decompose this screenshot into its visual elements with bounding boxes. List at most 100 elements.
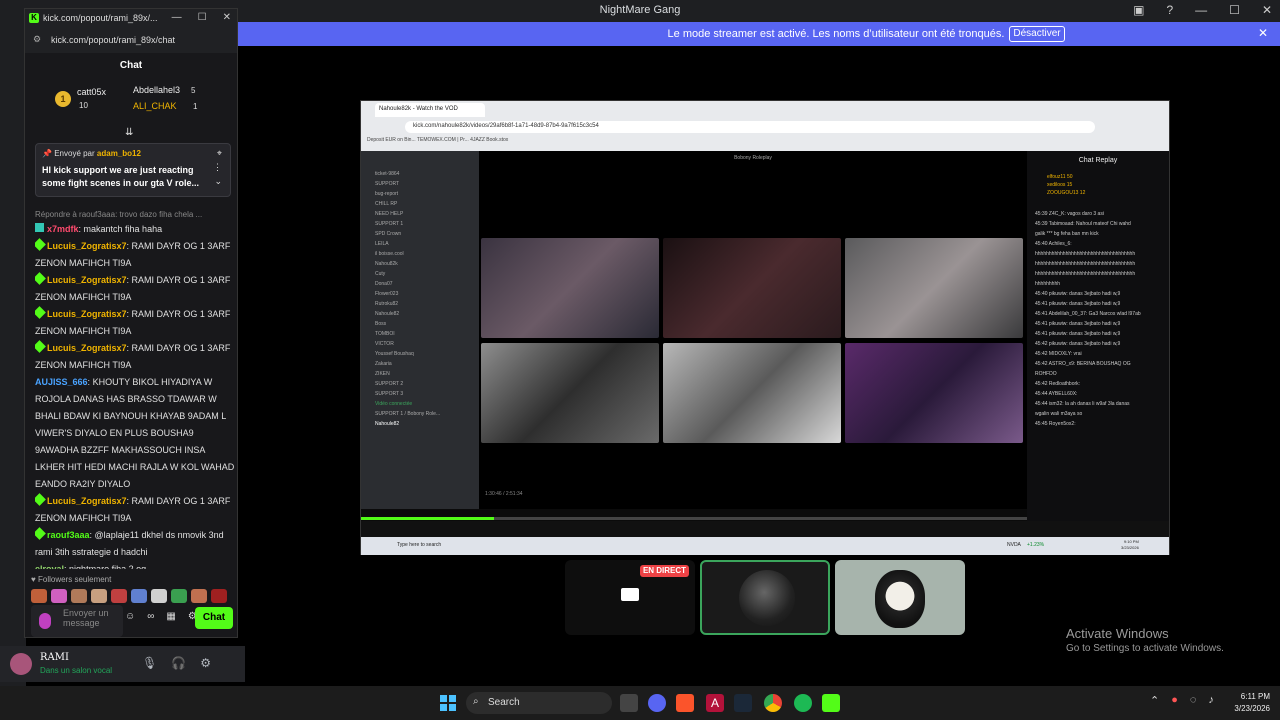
close-icon[interactable]: ✕ <box>1262 3 1272 17</box>
emote[interactable] <box>211 589 227 603</box>
leaderboard-name[interactable]: ALI_CHAK <box>133 101 177 111</box>
system-clock[interactable]: 6:11 PM 3/23/2026 <box>1228 691 1270 715</box>
shared-taskbar-search: Type here to search <box>397 542 442 548</box>
volume-icon[interactable]: ♪ <box>1208 694 1214 707</box>
user-badge-icon <box>35 272 46 285</box>
microphone-icon[interactable]: 🎙 <box>142 656 157 670</box>
chat-username[interactable]: Lucuis_Zogratisx7 <box>47 343 127 353</box>
shared-voice-connected: Vidéo connectée <box>375 401 413 407</box>
chat-input[interactable]: Envoyer un message <box>31 605 123 637</box>
chat-message[interactable]: Lucuis_Zogratisx7: RAMI DAYR OG 1 3ARF Z… <box>35 272 235 306</box>
chat-username[interactable]: Lucuis_Zogratisx7 <box>47 309 127 319</box>
chat-message[interactable]: AUJISS_666: KHOUTY BIKOL HIYADIYA W ROJO… <box>35 374 235 493</box>
network-icon[interactable]: ◌ <box>1190 694 1197 707</box>
steam-icon[interactable] <box>734 694 752 712</box>
chat-message[interactable]: elroyal: nightmare fiha 2 og <box>35 561 235 569</box>
emote[interactable] <box>91 589 107 603</box>
maximize-icon[interactable]: ☐ <box>198 12 207 23</box>
file-explorer-icon[interactable] <box>620 694 638 712</box>
emote[interactable] <box>31 589 47 603</box>
replay-top-count: 12 <box>1079 190 1086 196</box>
shared-channel-item: VICTOR <box>375 341 394 347</box>
replay-top-name: xediloos <box>1047 182 1066 188</box>
microphone-icon[interactable] <box>39 613 51 629</box>
chat-message[interactable]: raouf3aaa: @laplaje11 dkhel ds nmovik 3n… <box>35 527 235 561</box>
shared-timestamp: 1:30:46 / 2:51:34 <box>485 491 523 497</box>
chat-username[interactable]: x7mdfk <box>47 224 79 234</box>
disable-streamer-mode-button[interactable]: Désactiver <box>1009 26 1065 42</box>
chat-message[interactable]: Lucuis_Zogratisx7: RAMI DAYR OG 1 3ARF Z… <box>35 340 235 374</box>
emote[interactable] <box>111 589 127 603</box>
shared-channel-item: il boisse.cool <box>375 251 404 257</box>
microphone-icon[interactable]: ● <box>1171 694 1178 707</box>
chat-message[interactable]: x7mdfk: makantch fiha haha <box>35 221 235 238</box>
headphones-icon[interactable]: 🎧 <box>171 656 186 670</box>
banner-text: Le mode streamer est activé. Les noms d’… <box>667 28 1005 40</box>
minimize-icon[interactable]: — <box>1195 3 1207 17</box>
gear-icon[interactable]: ⚙ <box>200 656 211 670</box>
emote[interactable] <box>191 589 207 603</box>
chat-message[interactable]: Lucuis_Zogratisx7: RAMI DAYR OG 1 3ARF Z… <box>35 306 235 340</box>
replay-line: wgalin wali m3aya so <box>1035 411 1083 417</box>
address-bar[interactable]: ⚙ kick.com/popout/rami_89x/chat <box>25 27 237 53</box>
minimize-icon[interactable]: — <box>172 12 182 23</box>
pinned-text: HI kick support we are just reacting som… <box>42 165 200 188</box>
chat-username[interactable]: AUJISS_666 <box>35 377 88 387</box>
shared-channel-item: SUPPORT 1 <box>375 221 404 227</box>
leaderboard-name[interactable]: catt05x <box>77 87 106 97</box>
brave-icon[interactable] <box>676 694 694 712</box>
gift-icon[interactable]: ▦ <box>166 611 175 622</box>
user-name[interactable]: RAMI <box>40 652 69 663</box>
collapse-icon[interactable]: ⇊ <box>125 127 133 138</box>
banner-close-icon[interactable]: ✕ <box>1258 26 1268 40</box>
emote[interactable] <box>71 589 87 603</box>
link-icon[interactable]: ∞ <box>147 611 154 622</box>
leaderboard-name[interactable]: Abdellahel3 <box>133 85 180 95</box>
inbox-icon[interactable]: ▣ <box>1133 3 1144 17</box>
chat-username[interactable]: raouf3aaa <box>47 530 90 540</box>
emote[interactable] <box>171 589 187 603</box>
chat-message[interactable]: Lucuis_Zogratisx7: RAMI DAYR OG 1 3ARF Z… <box>35 493 235 527</box>
avatar[interactable] <box>10 653 32 675</box>
shared-voice-sub: SUPPORT 1 / Bobony Role... <box>375 411 441 417</box>
chat-username[interactable]: elroyal <box>35 564 64 569</box>
kick-app-icon[interactable] <box>822 694 840 712</box>
shared-channel-item: Dona07 <box>375 281 393 287</box>
pinned-author[interactable]: adam_bo12 <box>97 149 141 158</box>
spotify-icon[interactable] <box>794 694 812 712</box>
close-icon[interactable]: ✕ <box>223 12 231 23</box>
participant-tile[interactable] <box>835 560 965 635</box>
emote[interactable] <box>51 589 67 603</box>
replay-line: ROHFDO <box>1035 371 1057 377</box>
shared-taskbar: Type here to search NVDA +1.23% 9:10 PM … <box>361 537 1169 555</box>
taskbar-search[interactable]: ⌕ Search <box>466 692 612 714</box>
chevron-down-icon[interactable]: ⌄ <box>214 176 222 187</box>
pin-toggle-icon[interactable]: ⌖ <box>217 148 222 159</box>
site-info-icon[interactable]: ⚙ <box>33 34 41 45</box>
pinned-message[interactable]: 📌 Envoyé par adam_bo12 ⌖ ⋮ HI kick suppo… <box>35 143 231 197</box>
participant-tile[interactable] <box>700 560 830 635</box>
chat-username[interactable]: Lucuis_Zogratisx7 <box>47 241 127 251</box>
emote[interactable] <box>131 589 147 603</box>
more-options-icon[interactable]: ⋮ <box>213 162 222 173</box>
shared-chat-replay: Chat Replay elfouz11 50 xediloos 15 ZOOU… <box>1027 151 1169 521</box>
chrome-icon[interactable] <box>764 694 782 712</box>
send-chat-button[interactable]: Chat <box>195 607 233 629</box>
windows-start-icon[interactable] <box>440 695 456 711</box>
help-icon[interactable]: ? <box>1166 3 1173 17</box>
chat-username[interactable]: Lucuis_Zogratisx7 <box>47 275 127 285</box>
screen-share[interactable]: Nahoule82k - Watch the VOD kick.com/naho… <box>360 100 1170 555</box>
chat-text: KHOUTY BIKOL HIYADIYA W ROJOLA DANAS HAS… <box>35 377 235 489</box>
video-tile <box>845 343 1023 443</box>
chat-message[interactable]: Lucuis_Zogratisx7: RAMI DAYR OG 1 3ARF Z… <box>35 238 235 272</box>
discord-icon[interactable] <box>648 694 666 712</box>
video-tile <box>481 238 659 338</box>
maximize-icon[interactable]: ☐ <box>1229 3 1240 17</box>
adobe-icon[interactable]: A <box>706 694 724 712</box>
popout-url: kick.com/popout/rami_89x/chat <box>51 35 176 45</box>
emoji-icon[interactable]: ☺ <box>125 611 135 622</box>
emote[interactable] <box>151 589 167 603</box>
chat-username[interactable]: Lucuis_Zogratisx7 <box>47 496 127 506</box>
chevron-up-icon[interactable]: ⌃ <box>1150 694 1159 707</box>
video-tile <box>481 343 659 443</box>
